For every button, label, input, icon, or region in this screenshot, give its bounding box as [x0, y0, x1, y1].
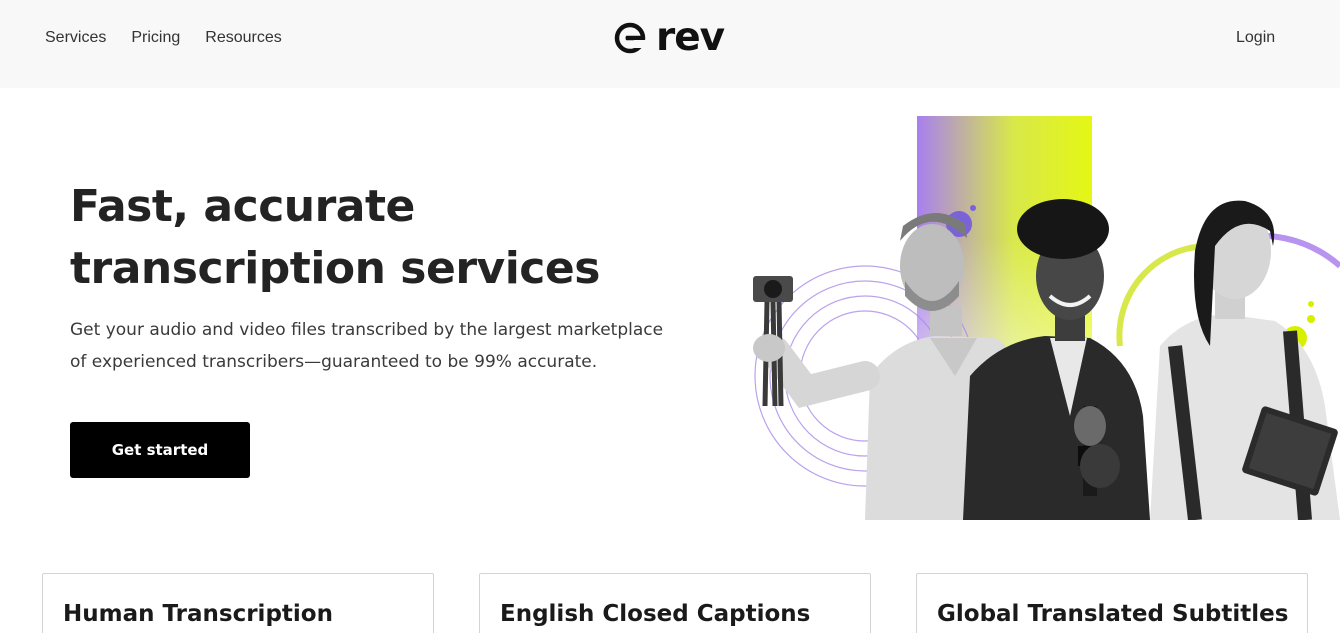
hero-subtitle-line-2: of experienced transcribers—guaranteed t…: [70, 352, 598, 372]
hero-title-line-2: transcription services: [70, 243, 600, 294]
get-started-button[interactable]: Get started: [70, 422, 250, 478]
card-global-translated-subtitles[interactable]: Global Translated Subtitles: [916, 573, 1308, 633]
nav-link-resources[interactable]: Resources: [205, 27, 281, 49]
rev-logo[interactable]: rev: [614, 15, 725, 60]
card-title: English Closed Captions: [500, 601, 811, 627]
nav-link-services[interactable]: Services: [45, 27, 106, 49]
hero-title-line-1: Fast, accurate: [70, 181, 415, 232]
top-navigation-bar: Services Pricing Resources rev Login: [0, 0, 1340, 88]
hero-title: Fast, accurate transcription services: [70, 176, 710, 300]
hero-subtitle: Get your audio and video files transcrib…: [70, 314, 690, 378]
hero-subtitle-line-1: Get your audio and video files transcrib…: [70, 320, 664, 340]
card-human-transcription[interactable]: Human Transcription: [42, 573, 434, 633]
card-title: Global Translated Subtitles: [937, 601, 1289, 627]
nav-link-pricing[interactable]: Pricing: [131, 27, 180, 49]
logo-wordmark: rev: [656, 15, 725, 60]
login-link[interactable]: Login: [1236, 27, 1275, 49]
hero-illustration: [753, 116, 1340, 520]
primary-nav: Services Pricing Resources: [45, 27, 282, 49]
card-title: Human Transcription: [63, 601, 333, 627]
rev-logo-icon: [614, 22, 646, 54]
card-english-closed-captions[interactable]: English Closed Captions: [479, 573, 871, 633]
